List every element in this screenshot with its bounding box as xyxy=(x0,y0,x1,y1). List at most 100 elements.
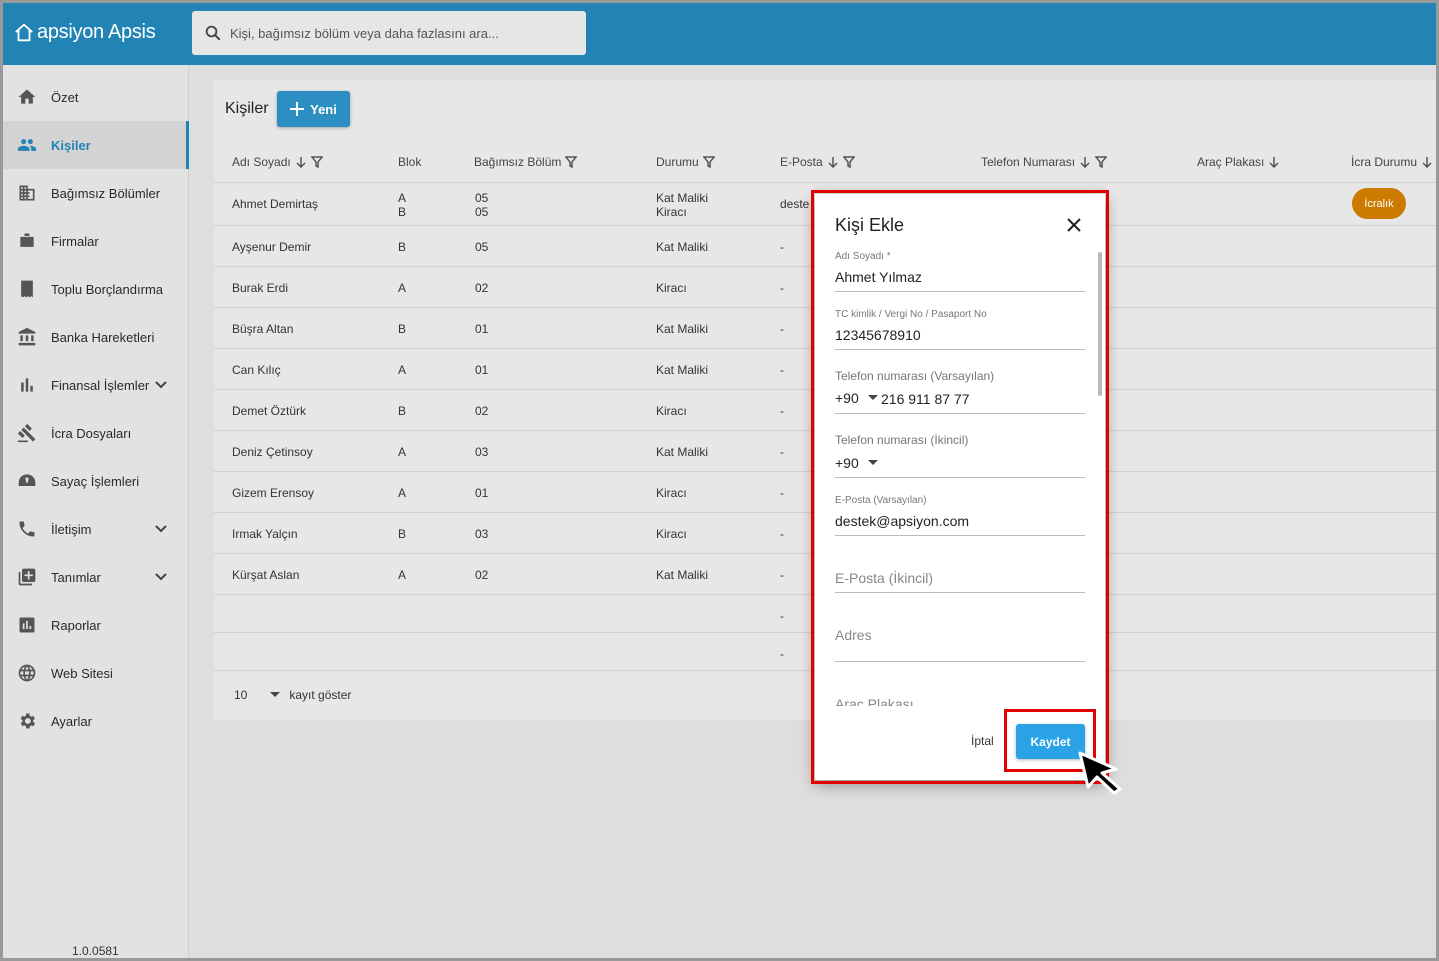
plate-field[interactable]: Araç Plakası xyxy=(835,688,1085,706)
phone-primary-value: 216 911 87 77 xyxy=(881,391,970,407)
chevron-down-icon[interactable] xyxy=(153,377,169,393)
column-header-label: Durumu xyxy=(656,155,699,169)
column-header[interactable]: Durumu xyxy=(656,155,715,169)
sidebar-item-6[interactable]: Banka Hareketleri xyxy=(3,313,189,361)
name-field[interactable]: Adı Soyadı * Ahmet Yılmaz xyxy=(835,249,1085,292)
cell-name: Deniz Çetinsoy xyxy=(232,445,313,459)
filter-icon[interactable] xyxy=(565,156,578,168)
dialog-title: Kişi Ekle xyxy=(835,215,905,235)
sidebar-item-9[interactable]: Sayaç İşlemleri xyxy=(3,457,189,505)
tc-field[interactable]: TC kimlik / Vergi No / Pasaport No 12345… xyxy=(835,307,1085,350)
cell-durum: Kat Maliki xyxy=(656,363,709,377)
cell-name: Irmak Yalçın xyxy=(232,527,298,541)
email-secondary-field[interactable]: E-Posta (İkincil) xyxy=(835,564,1085,593)
bank-icon xyxy=(17,327,37,347)
column-header-label: İcra Durumu xyxy=(1351,155,1418,169)
cell-eposta: - xyxy=(780,486,784,500)
chevron-down-icon[interactable] xyxy=(153,569,169,585)
sidebar-item-11[interactable]: Tanımlar xyxy=(3,553,189,601)
chevron-down-icon[interactable] xyxy=(269,691,281,699)
cell-durum: Kiracı xyxy=(656,527,687,541)
cell-eposta: - xyxy=(780,527,784,541)
close-icon[interactable] xyxy=(1065,216,1083,234)
meter-icon xyxy=(17,471,37,491)
sort-arrow-icon[interactable] xyxy=(827,156,839,168)
filter-icon[interactable] xyxy=(702,156,715,168)
sidebar-item-13[interactable]: Web Sitesi xyxy=(3,649,189,697)
column-header[interactable]: E-Posta xyxy=(780,155,855,169)
filter-icon[interactable] xyxy=(1095,156,1108,168)
cell-blok: B xyxy=(398,404,407,418)
email-primary-field[interactable]: E-Posta (Varsayılan) destek@apsiyon.com xyxy=(835,493,1085,536)
column-header[interactable]: Telefon Numarası xyxy=(981,155,1108,169)
sidebar-item-label: Toplu Borçlandırma xyxy=(51,281,163,297)
sidebar-item-10[interactable]: İletişim xyxy=(3,505,189,553)
column-header[interactable]: Araç Plakası xyxy=(1197,155,1280,169)
page-size-select[interactable]: 10 xyxy=(234,688,247,702)
cell-bolum: 02 xyxy=(475,281,489,295)
name-value: Ahmet Yılmaz xyxy=(835,269,922,285)
search-input[interactable]: Kişi, bağımsız bölüm veya daha fazlasını… xyxy=(192,11,586,55)
cell-bolum: 02 xyxy=(475,568,489,582)
cell-eposta: - xyxy=(780,609,784,623)
app-name: apsiyon Apsis xyxy=(37,21,156,43)
cell-bolum: 01 xyxy=(475,363,489,377)
chevron-down-icon[interactable] xyxy=(153,521,169,537)
new-person-button[interactable]: Yeni xyxy=(277,91,350,127)
cell-name: Ayşenur Demir xyxy=(232,240,312,254)
filter-icon[interactable] xyxy=(842,156,855,168)
sort-arrow-icon[interactable] xyxy=(295,156,307,168)
column-header[interactable]: İcra Durumu xyxy=(1351,155,1433,169)
sort-arrow-icon[interactable] xyxy=(1079,156,1091,168)
cell-bolum: 02 xyxy=(475,404,489,418)
address-field[interactable]: Adres xyxy=(835,621,1085,662)
sidebar-item-label: Web Sitesi xyxy=(51,665,113,681)
cell-blok: B xyxy=(398,240,407,254)
sidebar-item-5[interactable]: Toplu Borçlandırma xyxy=(3,265,189,313)
app-logo[interactable]: apsiyon Apsis xyxy=(13,21,156,44)
sidebar-item-4[interactable]: Firmalar xyxy=(3,217,189,265)
column-header-label: Telefon Numarası xyxy=(981,155,1076,169)
cell-eposta: - xyxy=(780,281,784,295)
column-header-label: Bağımsız Bölüm xyxy=(474,155,562,169)
cell-blok: A xyxy=(398,445,407,459)
briefcase-icon xyxy=(17,231,37,251)
pagination-footer: 10 kayıt göster xyxy=(234,688,351,702)
sidebar-item-8[interactable]: İcra Dosyaları xyxy=(3,409,189,457)
column-header-label: E-Posta xyxy=(780,155,823,169)
sidebar-item-1[interactable]: Özet xyxy=(3,73,189,121)
column-header[interactable]: Adı Soyadı xyxy=(232,155,323,169)
cell-eposta: - xyxy=(780,647,784,661)
phone-primary-field[interactable]: Telefon numarası (Varsayılan) +90 216 91… xyxy=(835,367,1085,414)
cell-blok: B xyxy=(398,527,407,541)
cancel-button[interactable]: İptal xyxy=(971,734,994,748)
tc-value: 12345678910 xyxy=(835,327,921,343)
sort-arrow-icon[interactable] xyxy=(1268,156,1280,168)
sidebar-item-label: Ayarlar xyxy=(51,713,92,729)
sidebar-item-12[interactable]: Raporlar xyxy=(3,601,189,649)
column-header[interactable]: Bağımsız Bölüm xyxy=(474,155,578,169)
sort-arrow-icon[interactable] xyxy=(1421,156,1433,168)
country-code-select[interactable]: +90 xyxy=(835,390,879,406)
cell-blok: A B xyxy=(398,191,407,219)
country-code-select[interactable]: +90 xyxy=(835,455,879,471)
sidebar-item-7[interactable]: Finansal İşlemler xyxy=(3,361,189,409)
phone-icon xyxy=(17,519,37,539)
filter-icon[interactable] xyxy=(310,156,323,168)
page-size-label: kayıt göster xyxy=(289,688,352,702)
cell-bolum: 05 05 xyxy=(475,191,489,219)
phone-secondary-field[interactable]: Telefon numarası (İkincil) +90 xyxy=(835,431,1085,478)
sidebar-item-label: İcra Dosyaları xyxy=(51,425,132,441)
globe-icon xyxy=(17,663,37,683)
sidebar: Özet Kişiler Bağımsız Bölümler Firmalar Topl… xyxy=(3,65,189,958)
dialog-scrollbar[interactable] xyxy=(1098,252,1102,396)
report-icon xyxy=(17,615,37,635)
column-header-label: Araç Plakası xyxy=(1197,155,1265,169)
sidebar-item-label: Sayaç İşlemleri xyxy=(51,473,140,489)
sidebar-item-14[interactable]: Ayarlar xyxy=(3,697,189,745)
column-header[interactable]: Blok xyxy=(398,155,421,169)
cell-bolum: 01 xyxy=(475,322,489,336)
sidebar-item-2[interactable]: Kişiler xyxy=(3,121,189,169)
sidebar-item-3[interactable]: Bağımsız Bölümler xyxy=(3,169,189,217)
email-primary-label: E-Posta (Varsayılan) xyxy=(835,495,927,506)
